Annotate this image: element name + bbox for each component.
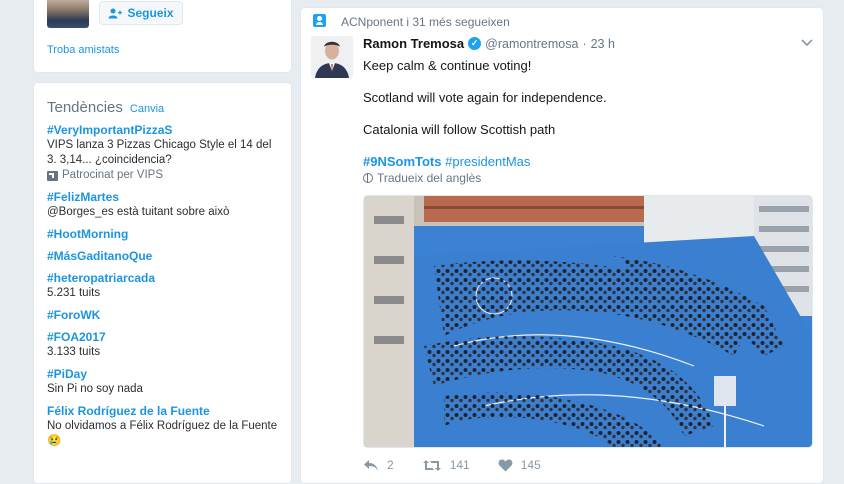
verified-icon: ✓ [468, 37, 482, 50]
trend-name[interactable]: #VeryImportantPizzaS [47, 123, 283, 138]
tweet-hashtags: #9NSomTots #presidentMas [363, 154, 530, 170]
trend-description: Sin Pi no soy nada [47, 383, 143, 395]
trend-name[interactable]: #FOA2017 [47, 330, 283, 345]
tweet-actions: 2 141 145 [363, 458, 541, 472]
trend-name[interactable]: #MásGaditanoQue [47, 249, 283, 264]
retweet-icon [422, 459, 441, 471]
translate-label: Tradueix del anglès [377, 171, 482, 185]
chevron-down-icon[interactable] [801, 36, 813, 50]
trend-item[interactable]: #HootMorning [47, 227, 283, 242]
find-friends-link[interactable]: Troba amistats [47, 44, 119, 56]
trend-description: @Borges_es està tuitant sobre això [47, 206, 230, 218]
trends-header: Tendències Canvia [47, 99, 164, 116]
tweet-timestamp[interactable]: 23 h [591, 37, 615, 51]
tweet-line: Keep calm & continue voting! [363, 58, 532, 73]
trend-item[interactable]: #ForoWK [47, 308, 283, 323]
retweet-button[interactable]: 141 [422, 458, 470, 472]
reply-count: 2 [387, 458, 394, 472]
tweet-header: Ramon Tremosa ✓ @ramontremosa · 23 h [363, 36, 615, 51]
trend-name[interactable]: #ForoWK [47, 308, 283, 323]
author-avatar[interactable] [311, 36, 353, 78]
author-screenname[interactable]: @ramontremosa [485, 37, 578, 51]
polling-station-photo [364, 196, 812, 447]
trend-item[interactable]: #MásGaditanoQue [47, 249, 283, 264]
reply-button[interactable]: 2 [363, 458, 394, 472]
like-count: 145 [520, 458, 541, 472]
retweet-count: 141 [449, 458, 470, 472]
context-text[interactable]: ACNponent i 31 més segueixen [341, 15, 510, 29]
tweet-card[interactable]: ACNponent i 31 més segueixen Ramon Tremo… [300, 7, 824, 484]
globe-icon [363, 173, 373, 183]
trends-change-link[interactable]: Canvia [130, 103, 164, 115]
trend-item[interactable]: Félix Rodríguez de la Fuente No olvidamo… [47, 404, 283, 449]
trend-promoted: Patrocinat per VIPS [47, 168, 283, 183]
trend-item[interactable]: #FOA2017 3.133 tuits [47, 330, 283, 360]
trend-description: VIPS lanza 3 Pizzas Chicago Style el 14 … [47, 139, 272, 166]
like-button[interactable]: 145 [498, 458, 541, 472]
trend-item[interactable]: #heteropatriarcada 5.231 tuits [47, 271, 283, 301]
trend-item[interactable]: #FelizMartes @Borges_es està tuitant sob… [47, 190, 283, 220]
trend-description: No olvidamos a Félix Rodríguez de la Fue… [47, 420, 278, 447]
trend-name[interactable]: #HootMorning [47, 227, 283, 242]
reply-icon [364, 459, 378, 471]
author-fullname[interactable]: Ramon Tremosa [363, 36, 464, 51]
trends-card: Tendències Canvia #VeryImportantPizzaS V… [33, 82, 292, 484]
like-icon [498, 459, 513, 471]
follow-button[interactable]: Segueix [99, 1, 183, 25]
trend-description: 3.133 tuits [47, 346, 101, 358]
trend-item[interactable]: #VeryImportantPizzaS VIPS lanza 3 Pizzas… [47, 123, 283, 183]
tweet-line: Catalonia will follow Scottish path [363, 122, 556, 137]
translate-link[interactable]: Tradueix del anglès [363, 171, 481, 185]
hashtag-link[interactable]: #presidentMas [445, 154, 530, 169]
tweet-media[interactable] [363, 195, 813, 448]
trend-description: 5.231 tuits [47, 287, 101, 299]
author-avatar-image [311, 36, 353, 78]
separator-dot: · [582, 36, 587, 51]
follow-label: Segueix [127, 6, 174, 20]
add-person-icon [108, 8, 123, 18]
trend-name[interactable]: #heteropatriarcada [47, 271, 283, 286]
trend-name[interactable]: #PiDay [47, 367, 283, 382]
tweet-line: Scotland will vote again for independenc… [363, 90, 607, 105]
promoted-icon [47, 170, 58, 181]
who-to-follow-card: Segueix Troba amistats [33, 0, 292, 73]
trend-name[interactable]: Félix Rodríguez de la Fuente [47, 404, 283, 419]
promoted-label: Patrocinat per VIPS [62, 169, 163, 181]
trend-list: #VeryImportantPizzaS VIPS lanza 3 Pizzas… [47, 123, 283, 456]
hashtag-link[interactable]: #9NSomTots [363, 154, 442, 169]
trend-item[interactable]: #PiDay Sin Pi no soy nada [47, 367, 283, 397]
suggested-user-avatar[interactable] [47, 0, 89, 28]
person-icon [313, 14, 326, 27]
trend-name[interactable]: #FelizMartes [47, 190, 283, 205]
tweet-context: ACNponent i 31 més segueixen [313, 14, 510, 29]
trends-title: Tendències [47, 99, 123, 116]
